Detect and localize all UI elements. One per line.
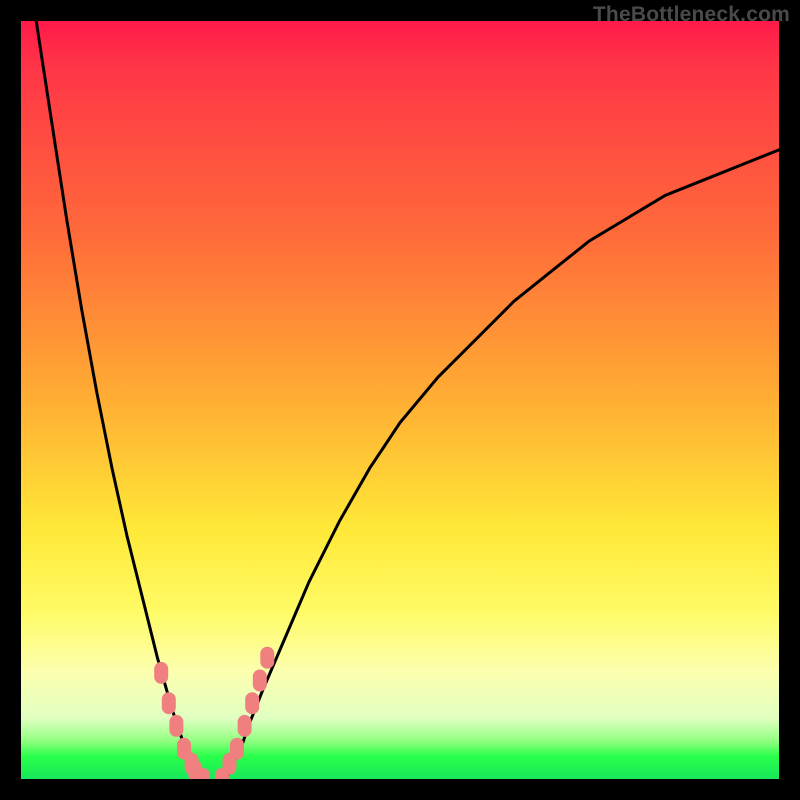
marker-point [245,692,259,714]
markers-group [154,647,274,779]
marker-point [162,692,176,714]
marker-point [185,753,199,775]
marker-point [154,662,168,684]
outer-frame: TheBottleneck.com [0,0,800,800]
marker-point [215,768,229,779]
left-branch-path [36,21,203,779]
marker-point [223,753,237,775]
marker-point [230,738,244,760]
marker-point [260,647,274,669]
chart-svg [21,21,779,779]
marker-point [253,670,267,692]
marker-point [188,760,202,779]
marker-point [169,715,183,737]
marker-point [196,768,210,779]
right-branch-path [226,150,779,779]
marker-point [177,738,191,760]
watermark-text: TheBottleneck.com [593,3,790,27]
plot-area [21,21,779,779]
curve-group [36,21,779,779]
marker-point [238,715,252,737]
